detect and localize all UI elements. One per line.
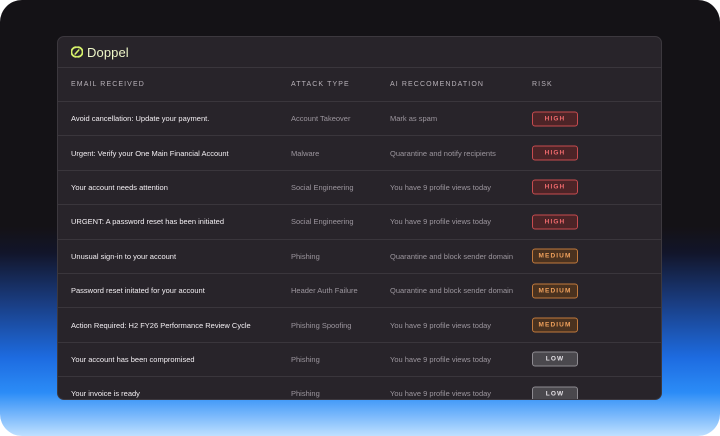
risk-badge: HIGH — [532, 179, 578, 195]
table-row[interactable]: Action Required: H2 FY26 Performance Rev… — [58, 308, 661, 343]
attack-type: Phishing — [291, 251, 320, 261]
table-row[interactable]: Password reset initated for your account… — [58, 274, 661, 309]
attack-type: Phishing — [291, 354, 320, 364]
risk-badge: HIGH — [532, 111, 578, 127]
risk-badge: HIGH — [532, 145, 578, 161]
header-risk: RISK — [532, 81, 553, 88]
ai-recommendation: Quarantine and block sender domain — [390, 251, 513, 261]
table-row[interactable]: Urgent: Verify your One Main Financial A… — [58, 136, 661, 171]
attack-type: Header Auth Failure — [291, 286, 358, 296]
table-row[interactable]: Your account needs attention Social Engin… — [58, 171, 661, 206]
risk-badge: MEDIUM — [532, 248, 578, 264]
table-row[interactable]: URGENT: A password reset has been initia… — [58, 205, 661, 240]
email-subject: Password reset initated for your account — [71, 286, 205, 296]
attack-type: Malware — [291, 148, 320, 158]
risk-badge: MEDIUM — [532, 283, 578, 299]
email-subject: Your invoice is ready — [71, 389, 140, 399]
table-row[interactable]: Your account has been compromised Phishin… — [58, 343, 661, 378]
risk-badge: LOW — [532, 386, 578, 399]
email-subject: Urgent: Verify your One Main Financial A… — [71, 148, 229, 158]
email-subject: Your account needs attention — [71, 182, 168, 192]
table-row[interactable]: Your invoice is ready Phishing You have 9 … — [58, 377, 661, 399]
risk-badge: MEDIUM — [532, 317, 578, 333]
attack-type: Phishing — [291, 389, 320, 399]
email-subject: Unusual sign-in to your account — [71, 251, 177, 261]
table-row[interactable]: Unusual sign-in to your account Phishing Q… — [58, 240, 661, 274]
background-frame: Doppel EMAIL RECEIVED ATTACK TYPE AI REC… — [0, 0, 720, 436]
email-subject: Avoid cancellation: Update your payment. — [71, 114, 210, 124]
email-subject: Action Required: H2 FY26 Performance Rev… — [71, 320, 251, 330]
header-email-received: EMAIL RECEIVED — [71, 81, 145, 88]
ai-recommendation: Quarantine and notify recipients — [390, 148, 496, 158]
header-ai-recommendation: AI RECCOMENDATION — [390, 81, 485, 88]
table-body: Avoid cancellation: Update your payment.… — [58, 102, 661, 399]
ai-recommendation: You have 9 profile views today — [390, 217, 492, 227]
brand-header: Doppel — [58, 37, 661, 68]
email-threat-panel: Doppel EMAIL RECEIVED ATTACK TYPE AI REC… — [57, 36, 662, 400]
brand-name: Doppel — [87, 44, 129, 60]
table-header: EMAIL RECEIVED ATTACK TYPE AI RECCOMENDA… — [58, 68, 661, 102]
risk-badge: HIGH — [532, 214, 578, 230]
ai-recommendation: You have 9 profile views today — [390, 389, 492, 399]
attack-type: Social Engineering — [291, 182, 354, 192]
header-attack-type: ATTACK TYPE — [291, 81, 350, 88]
ai-recommendation: Quarantine and block sender domain — [390, 286, 513, 296]
ai-recommendation: You have 9 profile views today — [390, 182, 492, 192]
attack-type: Phishing Spoofing — [291, 320, 352, 330]
attack-type: Account Takeover — [291, 114, 351, 124]
attack-type: Social Engineering — [291, 217, 354, 227]
email-subject: URGENT: A password reset has been initia… — [71, 217, 224, 227]
ai-recommendation: You have 9 profile views today — [390, 354, 492, 364]
doppel-logo-icon — [71, 46, 83, 58]
table-row[interactable]: Avoid cancellation: Update your payment.… — [58, 102, 661, 137]
ai-recommendation: You have 9 profile views today — [390, 320, 492, 330]
email-subject: Your account has been compromised — [71, 354, 195, 364]
ai-recommendation: Mark as spam — [390, 114, 438, 124]
risk-badge: LOW — [532, 351, 578, 367]
